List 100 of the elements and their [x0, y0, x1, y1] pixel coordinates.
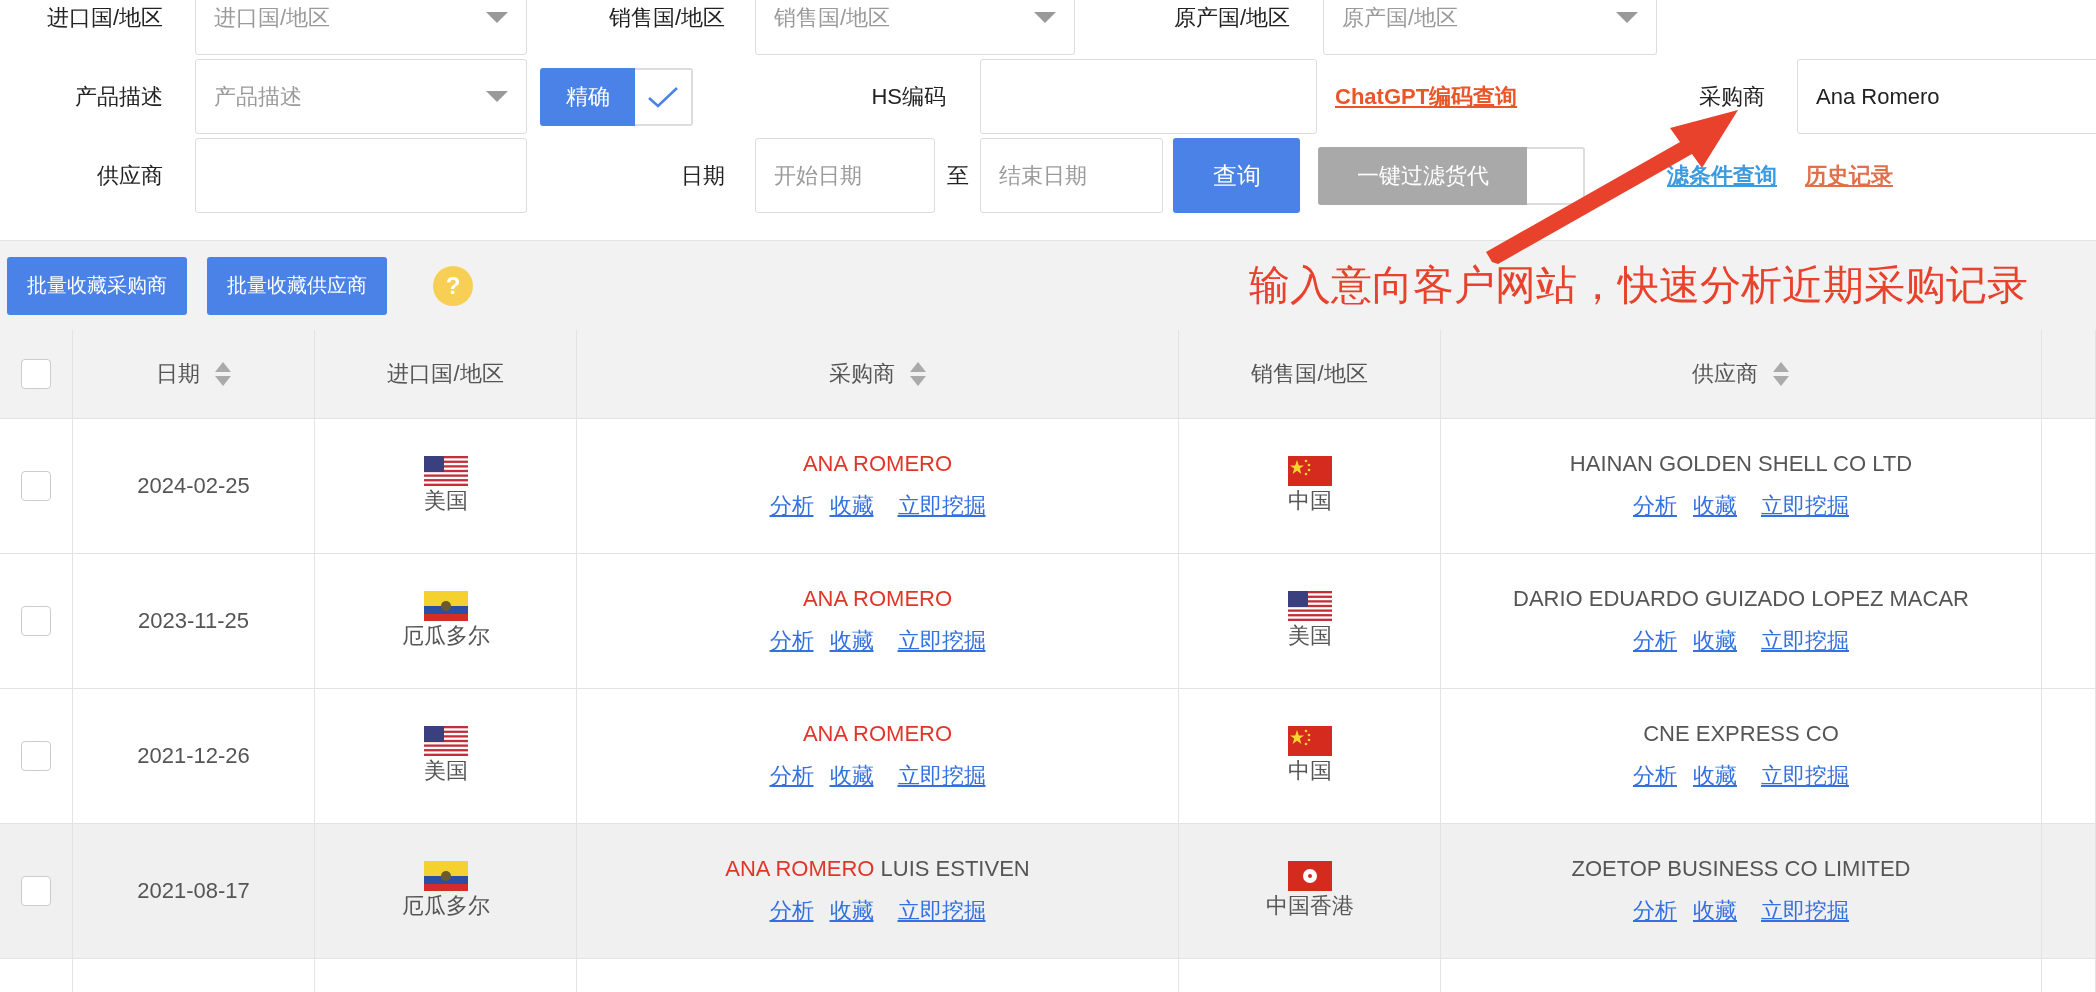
field-label: 至 [945, 161, 970, 190]
supplier-name[interactable]: ZOETOP BUSINESS CO LIMITED [1571, 856, 1911, 882]
link[interactable]: 立即挖掘 [897, 491, 986, 521]
link[interactable]: 收藏 [1693, 491, 1737, 521]
link[interactable]: 立即挖掘 [1761, 626, 1849, 656]
country-name: 美国 [1287, 622, 1332, 650]
field-label: 原产国/地区 [1172, 3, 1290, 32]
column-header[interactable]: 进口国/地区 [315, 330, 577, 418]
country-name: 中国 [1287, 487, 1332, 515]
sort-icon [1772, 361, 1790, 387]
link[interactable]: 收藏 [829, 626, 874, 656]
country-name: 中国 [1287, 757, 1332, 785]
link[interactable]: 收藏 [1693, 761, 1737, 791]
supplier-name[interactable]: DARIO EDUARDO GUIZADO LOPEZ MACAR [1513, 586, 1969, 612]
annotation-text: 输入意向客户网站，快速分析近期采购记录 [1249, 261, 2028, 310]
sort-icon [908, 361, 927, 387]
caret-icon [1616, 11, 1638, 24]
checkbox[interactable] [21, 471, 51, 501]
link[interactable]: 分析 [1633, 626, 1677, 656]
bulk-save-button[interactable]: 批量收藏采购商 [7, 256, 187, 315]
link[interactable]: 立即挖掘 [1761, 491, 1849, 521]
field-label: 日期 [680, 161, 725, 190]
header-text: 采购商 [828, 360, 895, 388]
input-field[interactable]: 结束日期 [980, 138, 1163, 213]
country-name: 中国香港 [1265, 892, 1354, 920]
input-field[interactable] [195, 138, 527, 213]
dropdown-field[interactable]: 原产国/地区 [1323, 0, 1657, 55]
column-header[interactable]: 供应商 [1441, 330, 2042, 418]
field-label: 销售国/地区 [607, 3, 725, 32]
flag-icon [423, 726, 468, 756]
caret-icon [1034, 11, 1056, 24]
column-header[interactable]: 日期 [73, 330, 315, 418]
country-name: 厄瓜多尔 [401, 892, 490, 920]
country-name: 美国 [423, 487, 468, 515]
table-row[interactable]: 2024-02-25 美国 ANA ROMERO 分析 收藏 立即挖掘 中国 HAINAN GOLDEN SHELL CO LTD 分析 收藏 立即挖掘 [0, 419, 2096, 554]
link[interactable]: 历史记录 [1805, 160, 1893, 191]
link[interactable]: 立即挖掘 [897, 761, 986, 791]
flag-icon [1287, 456, 1332, 486]
caret-icon [486, 11, 508, 24]
link[interactable]: 收藏 [829, 896, 874, 926]
header-text: 供应商 [1692, 360, 1758, 388]
field-label: 产品描述 [74, 82, 163, 111]
supplier-name[interactable]: HAINAN GOLDEN SHELL CO LTD [1569, 451, 1913, 477]
link[interactable]: 收藏 [829, 491, 874, 521]
buyer-name[interactable]: ANA ROMERO [802, 586, 953, 612]
link[interactable]: 分析 [1633, 761, 1677, 791]
link[interactable]: ChatGPT编码查询 [1335, 81, 1568, 112]
link[interactable]: 分析 [1633, 491, 1677, 521]
supplier-name[interactable]: CNE EXPRESS CO [1643, 721, 1839, 747]
dropdown-field[interactable]: 产品描述 [195, 59, 527, 134]
exact-match-button[interactable]: 精确 [540, 67, 635, 126]
link[interactable]: 分析 [1633, 896, 1677, 926]
buyer-name[interactable]: ANA ROMERO LUIS ESTIVEN [725, 856, 1030, 882]
table-row[interactable]: 2021-08-17 厄瓜多尔 ANA ROMERO LUIS ESTIVEN 分析 收藏 立即挖掘 中国香港 ZOETOP BUSINESS CO LIMITED 分析 收藏 立即挖掘 [0, 824, 2096, 959]
field-label: 进口国/地区 [45, 3, 163, 32]
header-text: 日期 [155, 360, 200, 388]
link[interactable]: 滤条件查询 [1667, 160, 1777, 191]
link[interactable]: 收藏 [829, 761, 874, 791]
checkbox[interactable] [21, 359, 51, 389]
buyer-name[interactable]: ANA ROMERO [802, 721, 953, 747]
buyer-name[interactable]: ANA ROMERO [802, 451, 953, 477]
date-text: 2021-12-26 [137, 743, 250, 769]
country-name: 美国 [423, 757, 468, 785]
link[interactable]: 立即挖掘 [897, 626, 986, 656]
dropdown-field[interactable]: 进口国/地区 [195, 0, 527, 55]
flag-icon [1287, 591, 1332, 621]
field-label: 采购商 [1698, 82, 1765, 111]
checkbox[interactable] [21, 741, 51, 771]
input-field[interactable]: 开始日期 [755, 138, 935, 213]
date-text: 2023-11-25 [138, 608, 249, 634]
checkbox[interactable] [21, 876, 51, 906]
check-icon [647, 85, 679, 108]
input-field[interactable]: Ana Romero [1797, 59, 2096, 134]
flag-icon [1287, 726, 1332, 756]
checkbox[interactable] [21, 606, 51, 636]
date-text: 2024-02-25 [137, 473, 250, 499]
link[interactable]: 立即挖掘 [1761, 896, 1849, 926]
link[interactable]: 立即挖掘 [1761, 761, 1849, 791]
column-header[interactable]: 销售国/地区 [1179, 330, 1441, 418]
input-field[interactable] [980, 59, 1317, 134]
flag-icon [423, 456, 468, 486]
link[interactable]: 分析 [769, 491, 814, 521]
column-header[interactable]: 采购商 [577, 330, 1179, 418]
link[interactable]: 收藏 [1693, 626, 1737, 656]
link[interactable]: 分析 [769, 896, 814, 926]
link[interactable]: 收藏 [1693, 896, 1737, 926]
date-text: 2021-08-17 [137, 878, 250, 904]
link[interactable]: 立即挖掘 [897, 896, 986, 926]
header-text: 销售国/地区 [1251, 360, 1368, 388]
bulk-save-button[interactable]: 批量收藏供应商 [207, 256, 387, 315]
country-name: 厄瓜多尔 [401, 622, 490, 650]
dropdown-field[interactable]: 销售国/地区 [755, 0, 1075, 55]
sort-icon [213, 361, 232, 387]
table-row[interactable]: 2021-12-26 美国 ANA ROMERO 分析 收藏 立即挖掘 中国 CNE EXPRESS CO 分析 收藏 立即挖掘 [0, 689, 2096, 824]
field-label: HS编码 [870, 82, 946, 111]
link[interactable]: 分析 [769, 761, 814, 791]
search-button[interactable]: 查询 [1173, 138, 1300, 213]
link[interactable]: 分析 [769, 626, 814, 656]
table-row[interactable]: 2023-11-25 厄瓜多尔 ANA ROMERO 分析 收藏 立即挖掘 美国 DARIO EDUARDO GUIZADO LOPEZ MACAR 分析 收藏 立即挖掘 [0, 554, 2096, 689]
checkbox[interactable] [635, 67, 693, 126]
